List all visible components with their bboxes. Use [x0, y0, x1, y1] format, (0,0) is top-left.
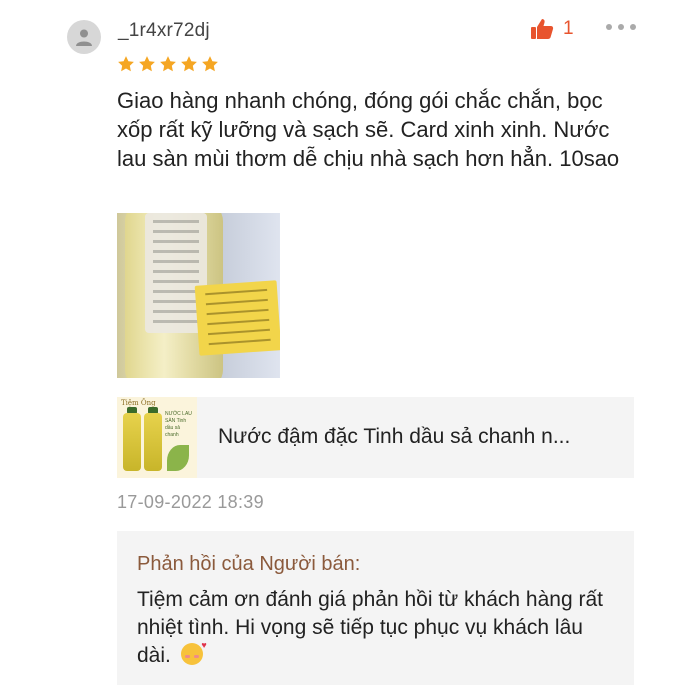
star-icon: [139, 56, 155, 72]
like-count: 1: [563, 18, 574, 39]
thumb-text: NƯỚC LAU SÀN Tinh dầu sả chanh: [165, 411, 192, 438]
thank-you-card: [194, 280, 280, 356]
star-icon: [160, 56, 176, 72]
avatar[interactable]: [67, 20, 101, 54]
thumbs-up-icon: [531, 19, 554, 39]
review-photo[interactable]: [117, 213, 280, 378]
product-link[interactable]: Tiệm Ông NƯỚC LAU SÀN Tinh dầu sả chanh …: [117, 397, 634, 478]
thumb-brand: Tiệm Ông: [121, 399, 156, 407]
seller-reply-title: Phản hồi của Người bán:: [137, 553, 361, 575]
star-rating: [117, 55, 219, 73]
seller-reply: Phản hồi của Người bán: Tiệm cảm ơn đánh…: [117, 531, 634, 685]
review-text: Giao hàng nhanh chóng, đóng gói chắc chắ…: [117, 88, 620, 171]
reviewer-username: _1r4xr72dj: [118, 20, 210, 41]
seller-reply-text: Tiệm cảm ơn đánh giá phản hồi từ khách h…: [137, 586, 617, 670]
user-avatar-icon: [76, 29, 92, 46]
review-timestamp: 17-09-2022 18:39: [117, 492, 264, 512]
more-dots-icon[interactable]: [606, 24, 636, 30]
seller-reply-body: Tiệm cảm ơn đánh giá phản hồi từ khách h…: [137, 588, 603, 667]
star-icon: [181, 56, 197, 72]
product-thumbnail: Tiệm Ông NƯỚC LAU SÀN Tinh dầu sả chanh: [117, 397, 197, 478]
star-icon: [118, 56, 134, 72]
smiling-face-with-hearts-emoji-icon: ♥: [180, 641, 207, 665]
product-name: Nước đậm đặc Tinh dầu sả chanh n...: [218, 425, 571, 448]
star-icon: [202, 56, 218, 72]
like-button[interactable]: 1: [530, 18, 574, 40]
